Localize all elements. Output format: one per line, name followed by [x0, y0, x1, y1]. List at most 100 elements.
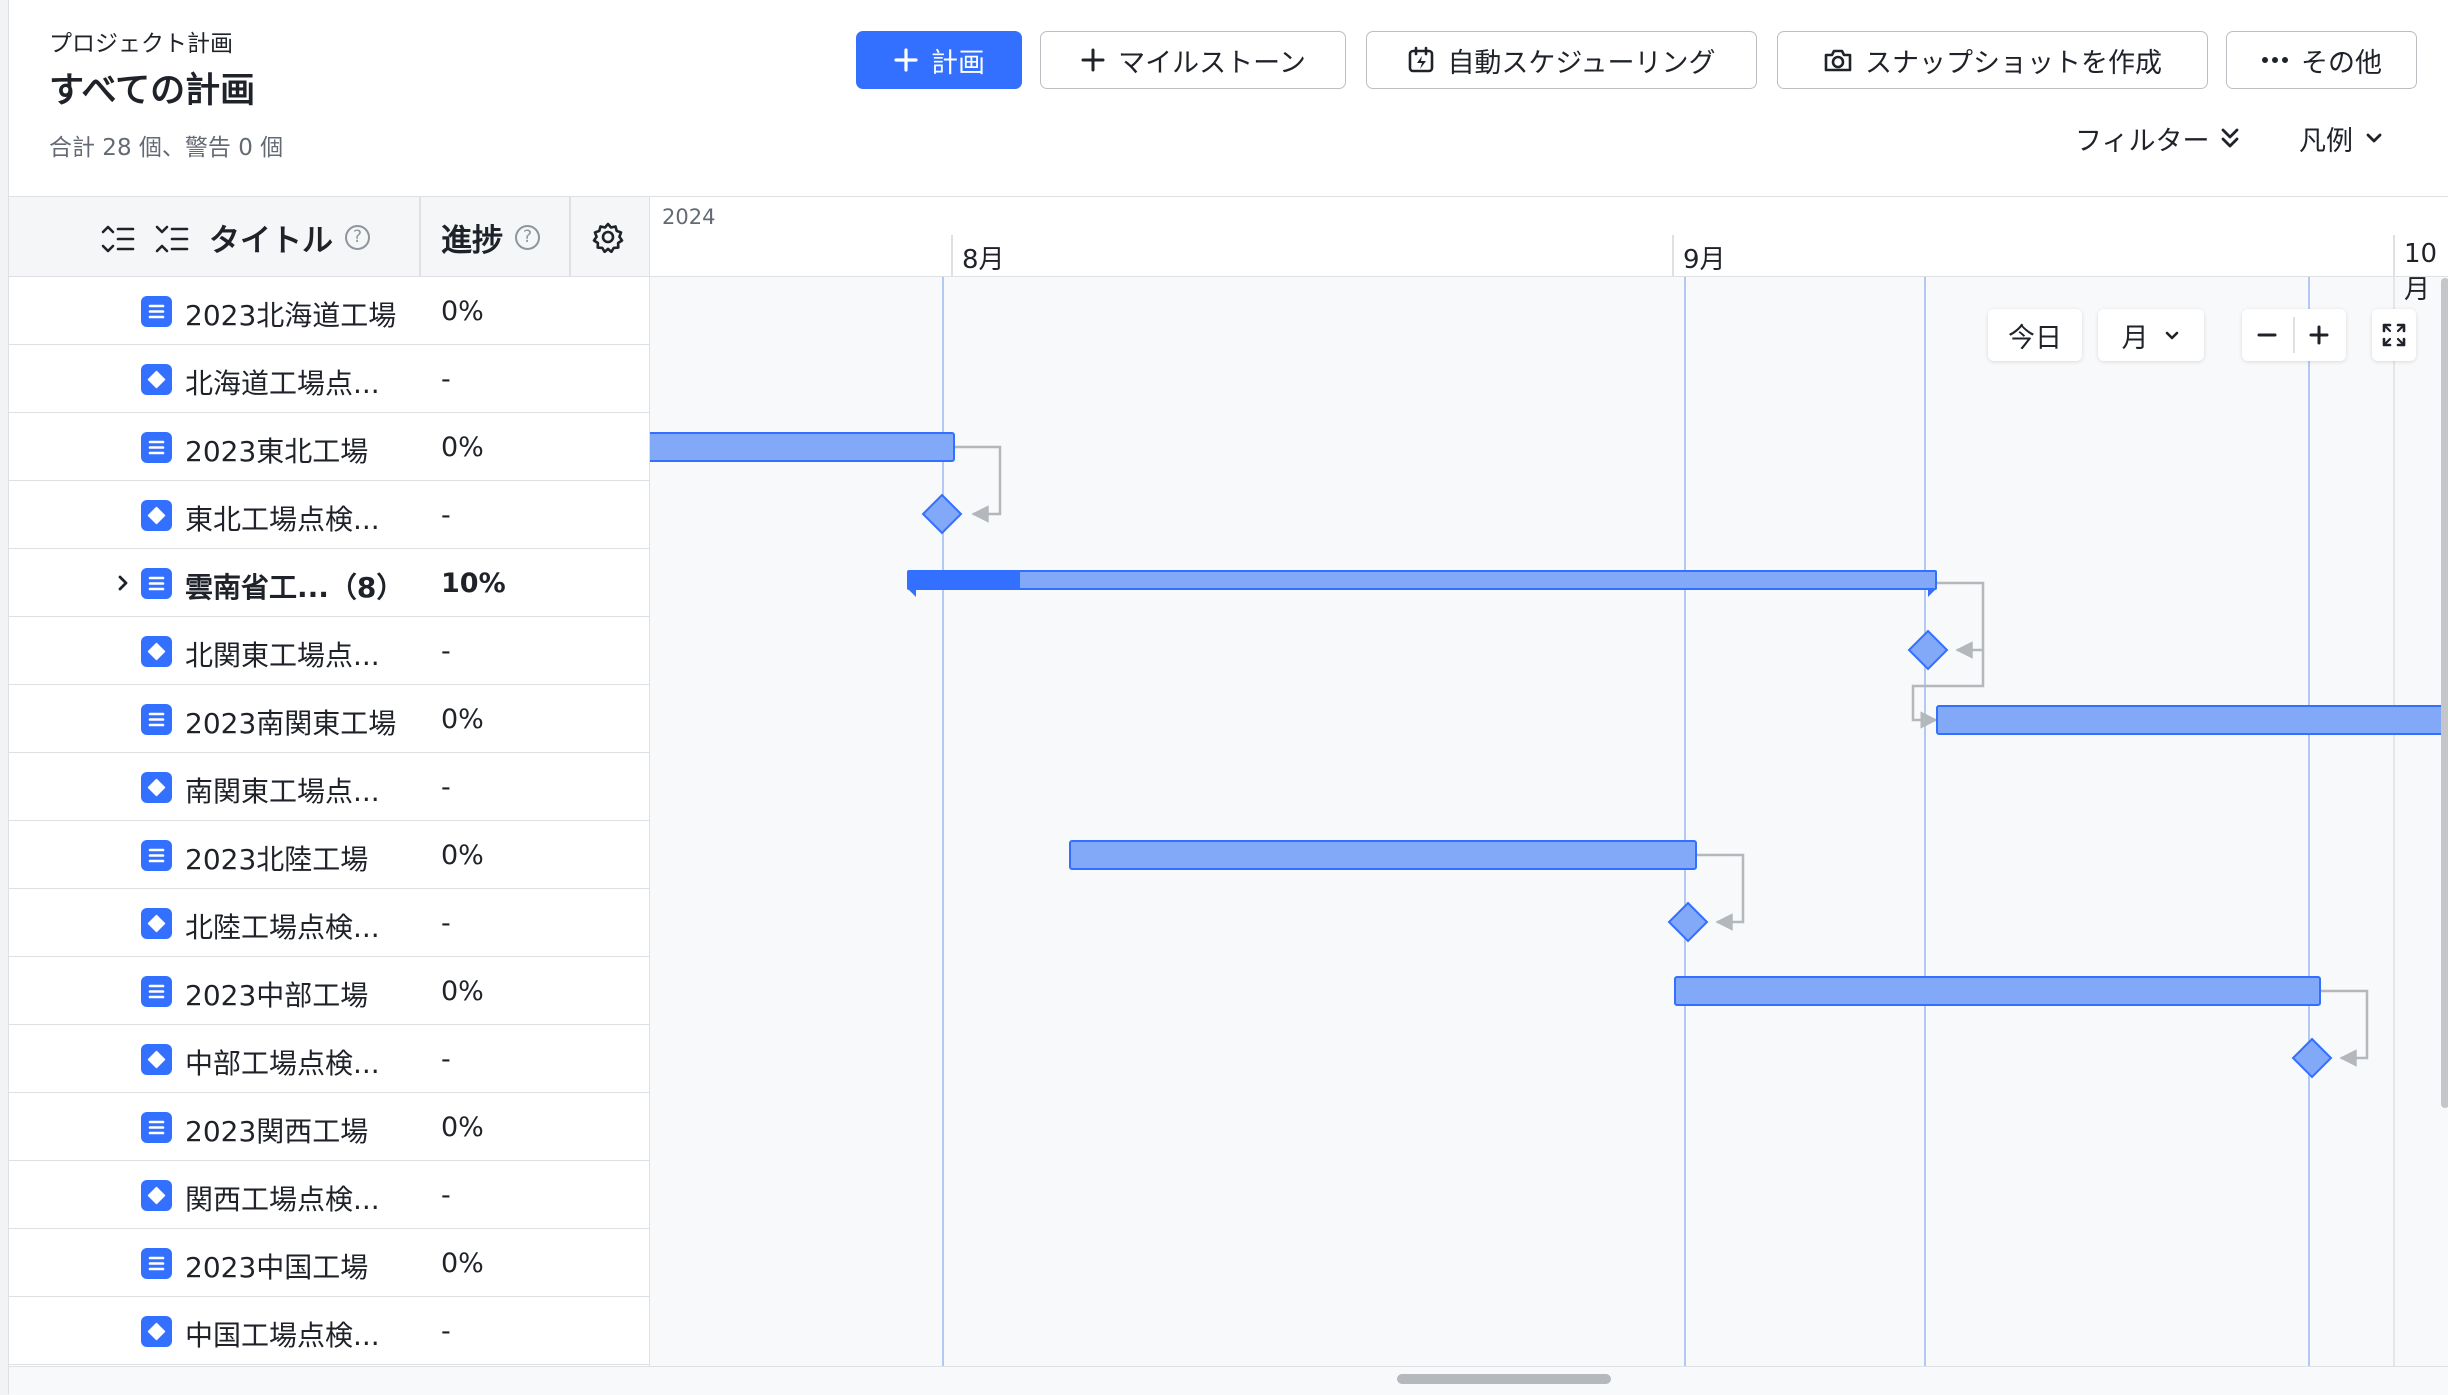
column-progress[interactable]: 進捗 ? [441, 215, 540, 260]
vertical-scrollbar[interactable] [2441, 278, 2448, 1108]
table-row[interactable]: 中国工場点検... - [9, 1297, 649, 1365]
column-progress-label: 進捗 [441, 223, 503, 259]
row-title[interactable]: 2023東北工場 [185, 430, 368, 470]
camera-icon [1824, 49, 1852, 72]
auto-schedule-label: 自動スケジューリング [1447, 47, 1716, 79]
breadcrumb[interactable]: プロジェクト計画 [49, 24, 233, 58]
table-row[interactable]: 2023中国工場 0% [9, 1229, 649, 1297]
today-button[interactable]: 今日 [1988, 309, 2082, 361]
milestone-diamond[interactable] [1907, 629, 1949, 671]
chevron-down-icon [2165, 331, 2178, 340]
gantt-task-bar[interactable] [1936, 705, 2448, 735]
row-progress: 0% [441, 296, 484, 327]
filter-label: フィルター [2075, 125, 2210, 157]
table-row[interactable]: 2023南関東工場 0% [9, 685, 649, 753]
row-title[interactable]: 2023南関東工場 [185, 702, 396, 742]
row-title[interactable]: 雲南省工...（8） [185, 566, 404, 606]
milestone-diamond[interactable] [921, 493, 963, 535]
row-title[interactable]: 2023中国工場 [185, 1246, 368, 1286]
dependency-arrow [1696, 853, 1745, 931]
dependency-arrow [2320, 989, 2369, 1067]
dependency-arrow [1936, 581, 1985, 659]
filter-button[interactable]: フィルター [2075, 118, 2241, 158]
table-row[interactable]: 北関東工場点... - [9, 617, 649, 685]
row-progress: - [441, 772, 451, 803]
column-divider[interactable] [419, 197, 421, 277]
scale-select[interactable]: 月 [2098, 309, 2204, 361]
table-row[interactable]: 雲南省工...（8） 10% [9, 549, 649, 617]
row-title[interactable]: 北海道工場点... [185, 362, 380, 402]
gantt-task-bar[interactable] [1069, 840, 1697, 870]
row-title[interactable]: 2023中部工場 [185, 974, 368, 1014]
gantt-chart[interactable]: 2024 8月 9月 10月 今日 月 [650, 196, 2448, 1366]
row-title[interactable]: 北関東工場点... [185, 634, 380, 674]
table-row[interactable]: 2023北陸工場 0% [9, 821, 649, 889]
row-title[interactable]: 中部工場点検... [185, 1042, 380, 1082]
column-title[interactable]: タイトル ? [209, 215, 370, 260]
row-title[interactable]: 中国工場点検... [185, 1314, 380, 1354]
plan-icon [141, 976, 172, 1007]
page-title: すべての計画 [49, 71, 256, 111]
help-icon[interactable]: ? [345, 225, 370, 250]
row-progress: 0% [441, 1248, 484, 1279]
row-progress: - [441, 908, 451, 939]
more-button[interactable]: その他 [2226, 31, 2417, 89]
table-row[interactable]: 東北工場点検... - [9, 481, 649, 549]
create-snapshot-button[interactable]: スナップショットを作成 [1777, 31, 2208, 89]
row-progress: - [441, 364, 451, 395]
legend-label: 凡例 [2299, 125, 2353, 157]
row-title[interactable]: 2023関西工場 [185, 1110, 368, 1150]
row-title[interactable]: 南関東工場点... [185, 770, 380, 810]
milestone-icon [141, 1180, 172, 1211]
gantt-group-cap [908, 589, 916, 597]
milestone-diamond[interactable] [2291, 1037, 2333, 1079]
row-title[interactable]: 2023北陸工場 [185, 838, 368, 878]
milestone-diamond[interactable] [1667, 901, 1709, 943]
auto-schedule-button[interactable]: 自動スケジューリング [1366, 31, 1757, 89]
table-row[interactable]: 2023中部工場 0% [9, 957, 649, 1025]
column-divider[interactable] [569, 197, 571, 277]
row-progress: 0% [441, 840, 484, 871]
chevron-right-icon[interactable] [113, 571, 133, 595]
table-row[interactable]: 2023関西工場 0% [9, 1093, 649, 1161]
row-progress: 0% [441, 1112, 484, 1143]
row-title[interactable]: 2023北海道工場 [185, 294, 396, 334]
expand-all-icon[interactable] [101, 225, 135, 253]
table-row[interactable]: 2023北海道工場 0% [9, 277, 649, 345]
milestone-icon [141, 908, 172, 939]
milestone-icon [141, 1316, 172, 1347]
fullscreen-icon [2382, 323, 2406, 347]
row-title[interactable]: 関西工場点検... [185, 1178, 380, 1218]
help-icon[interactable]: ? [515, 225, 540, 250]
legend-button[interactable]: 凡例 [2299, 118, 2385, 158]
table-row[interactable]: 関西工場点検... - [9, 1161, 649, 1229]
row-progress: 0% [441, 976, 484, 1007]
row-title[interactable]: 北陸工場点検... [185, 906, 380, 946]
milestone-icon [141, 1044, 172, 1075]
table-row[interactable]: 南関東工場点... - [9, 753, 649, 821]
zoom-out-icon[interactable] [2256, 324, 2278, 346]
horizontal-scrollbar[interactable] [1397, 1374, 1611, 1384]
row-title[interactable]: 東北工場点検... [185, 498, 380, 538]
fullscreen-button[interactable] [2372, 309, 2416, 361]
gantt-task-bar[interactable] [1674, 976, 2321, 1006]
zoom-in-icon[interactable] [2308, 324, 2330, 346]
column-title-label: タイトル [209, 223, 333, 259]
plan-icon [141, 432, 172, 463]
add-milestone-button[interactable]: マイルストーン [1040, 31, 1346, 89]
add-plan-button[interactable]: 計画 [856, 31, 1022, 89]
row-progress: - [441, 1316, 451, 1347]
table-row[interactable]: 中部工場点検... - [9, 1025, 649, 1093]
calendar-bolt-icon [1409, 46, 1434, 73]
settings-gear-icon[interactable] [592, 221, 624, 253]
row-progress: 10% [441, 568, 506, 599]
gantt-group-bar[interactable] [907, 570, 1937, 590]
collapse-all-icon[interactable] [155, 225, 189, 253]
table-row[interactable]: 北海道工場点... - [9, 345, 649, 413]
plan-icon [141, 704, 172, 735]
gantt-bars [650, 432, 2448, 1079]
table-row[interactable]: 北陸工場点検... - [9, 889, 649, 957]
row-progress: - [441, 500, 451, 531]
gantt-task-bar[interactable] [650, 432, 955, 462]
table-row[interactable]: 2023東北工場 0% [9, 413, 649, 481]
